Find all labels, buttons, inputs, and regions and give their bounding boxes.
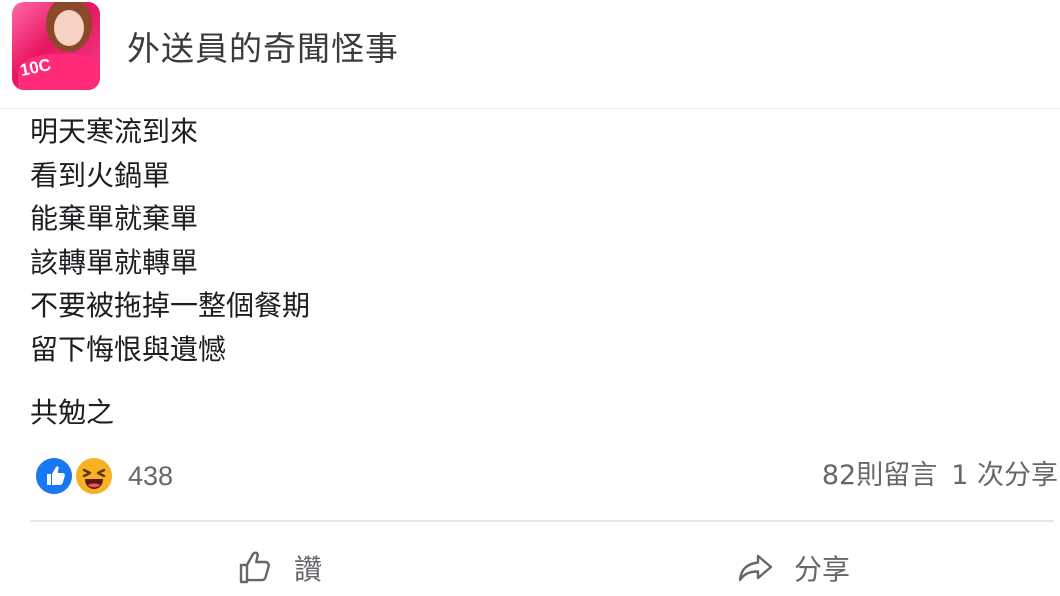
haha-reaction-icon[interactable] (74, 456, 114, 496)
share-button[interactable]: 分享 (736, 540, 850, 596)
post-header: 10C 外送員的奇聞怪事 (0, 0, 1060, 109)
laughing-face-icon (82, 468, 106, 489)
post-body: 明天寒流到來 看到火鍋單 能棄單就棄單 該轉單就轉單 不要被拖掉一整個餐期 留下… (30, 110, 1030, 434)
actions-divider (30, 520, 1054, 522)
post-line: 看到火鍋單 (30, 158, 171, 192)
like-button[interactable]: 讚 (236, 540, 322, 596)
thumbs-up-icon (47, 466, 65, 485)
engagement-counts: 82則留言 1 次分享 (822, 456, 1058, 496)
comment-count[interactable]: 82則留言 (822, 460, 937, 491)
post-line: 明天寒流到來 (30, 115, 199, 148)
share-arrow-icon (738, 554, 773, 582)
post-line: 該轉單就轉單 (30, 245, 199, 279)
facebook-post: 10C 外送員的奇聞怪事 明天寒流到來 看到火鍋單 能棄單就棄單 該轉單就轉單 … (0, 0, 1060, 596)
page-avatar[interactable]: 10C (12, 2, 100, 90)
post-stats: 438 82則留言 1 次分享 (30, 450, 1060, 502)
post-closing-line: 共勉之 (30, 395, 115, 429)
post-line: 能棄單就棄單 (30, 202, 199, 236)
post-line: 不要被拖掉一整個餐期 (30, 289, 311, 323)
like-button-label: 讚 (294, 553, 323, 586)
share-button-label: 分享 (794, 553, 851, 586)
share-count[interactable]: 1 次分享 (951, 460, 1058, 491)
like-reaction-icon[interactable] (34, 456, 74, 496)
thumbs-up-icon (239, 551, 270, 584)
post-line: 留下悔恨與遺憾 (30, 332, 227, 366)
reaction-count[interactable]: 438 (128, 456, 173, 496)
page-name[interactable]: 外送員的奇聞怪事 (127, 22, 399, 70)
